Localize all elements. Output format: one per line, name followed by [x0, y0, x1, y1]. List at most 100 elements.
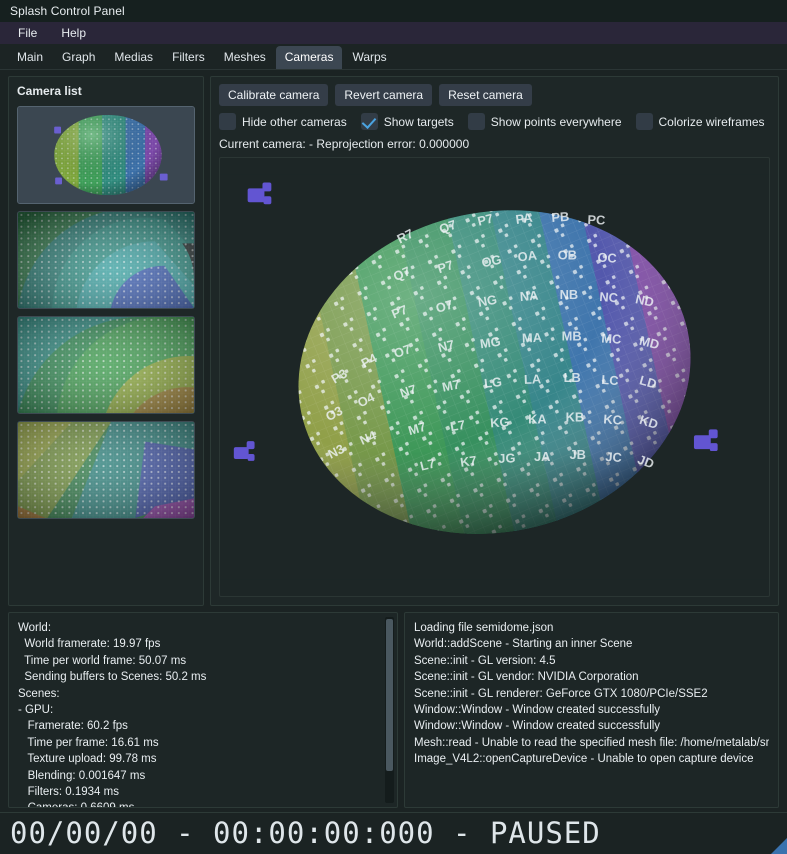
current-camera-status: Current camera: - Reprojection error: 0.… [219, 137, 470, 151]
camera-view-1-image [18, 212, 194, 308]
svg-text:OC: OC [597, 250, 617, 266]
dome-overview-thumbnail-image [18, 107, 194, 203]
hide-other-cameras-label: Hide other cameras [242, 114, 347, 129]
performance-log-panel[interactable]: World: World framerate: 19.97 fps Time p… [8, 612, 398, 808]
svg-text:MC: MC [601, 330, 622, 346]
svg-text:LB: LB [564, 370, 581, 385]
tab-bar: Main Graph Medias Filters Meshes Cameras… [0, 44, 787, 70]
camera-view-3-image [18, 422, 194, 518]
svg-text:K7: K7 [459, 453, 477, 470]
work-area: Camera list Calibrate camera Revert came… [0, 70, 787, 606]
svg-text:NB: NB [560, 287, 579, 302]
log-line: Filters: 0.1934 ms [18, 786, 119, 799]
log-area: World: World framerate: 19.97 fps Time p… [0, 606, 787, 812]
log-line: Time per frame: 16.61 ms [18, 736, 159, 749]
log-line: Blending: 0.001647 ms [18, 769, 146, 782]
svg-text:L7: L7 [449, 417, 466, 434]
log-line: Sending buffers to Scenes: 50.2 ms [18, 671, 207, 684]
show-targets-option[interactable]: Show targets [360, 113, 454, 130]
splash-control-panel-window: Splash Control Panel File Help Main Grap… [0, 0, 787, 854]
log-line: Texture upload: 99.78 ms [18, 753, 157, 766]
menu-item-file[interactable]: File [8, 23, 47, 43]
tab-cameras[interactable]: Cameras [275, 46, 343, 69]
semidome-render-image: R7 Q7 P7 PA PB PC Q7 P7 OG OA OB OC P7 O… [220, 174, 769, 580]
camera-view-2-image [18, 317, 194, 413]
log-line: World: [18, 622, 52, 634]
svg-text:OB: OB [558, 247, 577, 262]
svg-text:PB: PB [551, 209, 570, 225]
svg-text:KG: KG [490, 414, 510, 430]
camera-options-row: Hide other cameras Show targets Show poi… [219, 113, 770, 130]
log-line: Image_V4L2::openCaptureDevice - Unable t… [414, 753, 754, 766]
tab-warps[interactable]: Warps [343, 46, 395, 69]
log-line: Cameras: 0.6609 ms [18, 800, 388, 807]
svg-text:JG: JG [498, 450, 516, 466]
menu-bar: File Help [0, 22, 787, 44]
colorize-wireframes-checkbox[interactable] [635, 113, 653, 130]
svg-text:LA: LA [524, 371, 542, 387]
camera-viewport-panel: Calibrate camera Revert camera Reset cam… [210, 76, 779, 606]
tab-medias[interactable]: Medias [105, 46, 162, 69]
log-line: Loading file semidome.json [414, 622, 554, 634]
camera-action-buttons: Calibrate camera Revert camera Reset cam… [219, 84, 770, 106]
scrollbar-thumb[interactable] [386, 619, 393, 771]
show-points-everywhere-label: Show points everywhere [490, 114, 622, 129]
menu-item-help[interactable]: Help [51, 23, 96, 43]
reset-camera-button[interactable]: Reset camera [439, 84, 532, 106]
camera-thumb-2[interactable] [17, 316, 195, 414]
hide-other-cameras-checkbox[interactable] [219, 113, 236, 130]
log-line: Framerate: 60.2 fps [18, 720, 128, 733]
svg-text:KC: KC [603, 411, 623, 427]
tab-meshes[interactable]: Meshes [215, 46, 275, 69]
svg-text:JC: JC [605, 449, 622, 465]
log-line: Window::Window - Window created successf… [414, 720, 661, 733]
log-line: - GPU: [18, 704, 54, 717]
camera-thumb-3[interactable] [17, 421, 195, 519]
camera-thumb-1[interactable] [17, 211, 195, 309]
tab-main[interactable]: Main [8, 46, 52, 69]
log-line: Window::Window - Window created successf… [414, 704, 661, 717]
timecode-display: 00/00/00 - 00:00:00:000 - PAUSED [10, 816, 601, 850]
calibrate-camera-button[interactable]: Calibrate camera [219, 84, 329, 106]
hide-other-cameras-option[interactable]: Hide other cameras [219, 113, 347, 130]
resize-grip-icon[interactable] [767, 834, 787, 854]
svg-text:NA: NA [519, 288, 539, 304]
log-line: Scene::init - GL version: 4.5 [414, 654, 556, 667]
svg-text:JB: JB [570, 447, 586, 462]
log-line: Scenes: [18, 687, 60, 700]
performance-log-scrollbar[interactable] [385, 617, 394, 803]
svg-text:PC: PC [587, 212, 605, 228]
log-line: World framerate: 19.97 fps [18, 638, 161, 651]
tab-filters[interactable]: Filters [163, 46, 214, 69]
svg-text:PA: PA [515, 210, 534, 227]
show-points-everywhere-checkbox[interactable] [467, 113, 485, 130]
log-line: Scene::init - GL renderer: GeForce GTX 1… [414, 687, 708, 700]
colorize-wireframes-option[interactable]: Colorize wireframes [635, 113, 765, 130]
svg-text:MG: MG [479, 334, 502, 352]
log-line: Scene::init - GL vendor: NVIDIA Corporat… [414, 671, 639, 684]
show-targets-label: Show targets [383, 114, 454, 129]
window-title: Splash Control Panel [10, 4, 125, 18]
svg-text:LC: LC [601, 372, 619, 388]
title-bar: Splash Control Panel [0, 0, 787, 22]
camera-list-title: Camera list [17, 84, 82, 98]
message-log-panel[interactable]: Loading file semidome.json World::addSce… [404, 612, 779, 808]
show-targets-checkbox[interactable] [360, 113, 378, 130]
svg-text:LG: LG [483, 374, 502, 391]
svg-text:MB: MB [562, 328, 582, 343]
camera-list-panel: Camera list [8, 76, 204, 606]
log-line: Time per world frame: 50.07 ms [18, 654, 187, 667]
tab-graph[interactable]: Graph [53, 46, 104, 69]
svg-text:JA: JA [534, 449, 550, 464]
camera-3d-viewport[interactable]: R7 Q7 P7 PA PB PC Q7 P7 OG OA OB OC P7 O… [219, 157, 770, 597]
svg-text:MA: MA [522, 330, 542, 346]
status-bar: 00/00/00 - 00:00:00:000 - PAUSED [0, 812, 787, 854]
camera-thumb-overview[interactable] [17, 106, 195, 204]
colorize-wireframes-label: Colorize wireframes [658, 114, 765, 129]
svg-text:NC: NC [599, 289, 619, 305]
revert-camera-button[interactable]: Revert camera [335, 84, 433, 106]
log-line: Mesh::read - Unable to read the specifie… [414, 736, 769, 749]
svg-text:KB: KB [566, 409, 585, 424]
show-points-everywhere-option[interactable]: Show points everywhere [467, 113, 622, 130]
svg-text:KA: KA [528, 411, 547, 426]
